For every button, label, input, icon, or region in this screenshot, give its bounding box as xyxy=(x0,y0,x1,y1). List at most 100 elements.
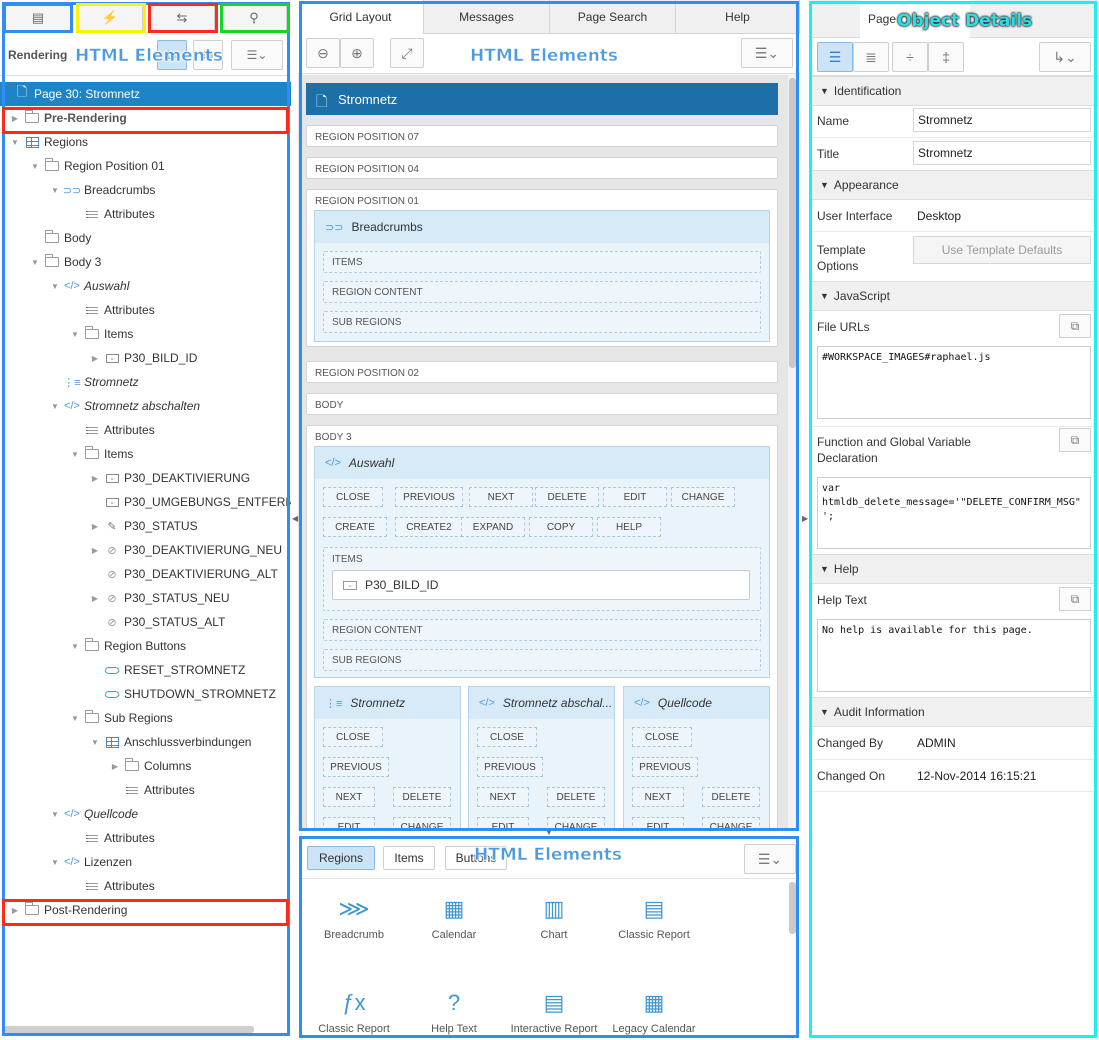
file-urls-expand-button[interactable]: ⧉ xyxy=(1059,314,1091,338)
tab-grid-layout[interactable]: Grid Layout xyxy=(298,0,424,34)
tree-node[interactable]: ⋮≡ Stromnetz xyxy=(0,370,291,394)
region-button-delete[interactable]: DELETE xyxy=(535,487,599,507)
body-position[interactable]: BODY xyxy=(306,393,778,415)
region-button-next[interactable]: NEXT xyxy=(469,487,533,507)
expand-arrow-icon[interactable]: ▶ xyxy=(90,354,100,363)
expand-arrow-icon[interactable]: ▶ xyxy=(90,522,100,531)
region-button-previous[interactable]: PREVIOUS xyxy=(477,757,543,777)
region-button-next[interactable]: NEXT xyxy=(323,787,375,807)
collapse-arrow-icon[interactable]: ▼ xyxy=(70,714,80,723)
breadcrumbs-region[interactable]: ⊃⊃ Breadcrumbs ITEMS REGION CONTENT SUB R… xyxy=(314,210,770,342)
region-button-expand[interactable]: EXPAND xyxy=(461,517,525,537)
tree-node[interactable]: ▼ Items xyxy=(0,322,291,346)
collapse-arrow-icon[interactable]: ▼ xyxy=(30,258,40,267)
region-button-next[interactable]: NEXT xyxy=(632,787,684,807)
tree-node[interactable]: ▼ </> Auswahl xyxy=(0,274,291,298)
collapse-right-icon[interactable]: ▶ xyxy=(802,514,808,523)
region-position-01[interactable]: REGION POSITION 01 ⊃⊃ Breadcrumbs ITEMS R… xyxy=(306,189,778,347)
collapse-all-button[interactable]: ÷ xyxy=(892,42,928,72)
region-button-close[interactable]: CLOSE xyxy=(477,727,537,747)
file-urls-textarea[interactable]: #WORKSPACE_IMAGES#raphael.js xyxy=(817,346,1091,419)
expand-arrow-icon[interactable]: ▶ xyxy=(90,594,100,603)
sub-region-card[interactable]: ⋮≡ Stromnetz CLOSE PREVIOUS NEXT DELETE EDIT CH… xyxy=(314,686,461,830)
tree-node[interactable]: ▶ ✎ P30_STATUS xyxy=(0,514,291,538)
region-button-copy[interactable]: COPY xyxy=(529,517,593,537)
zoom-out-button[interactable]: ⊖ xyxy=(306,38,340,68)
go-to-group-button[interactable]: ↳⌄ xyxy=(1039,42,1091,72)
region-button-edit[interactable]: EDIT xyxy=(323,817,375,830)
section-help[interactable]: ▼ Help xyxy=(810,554,1099,584)
gallery-item[interactable]: ▥ Chart xyxy=(504,894,604,941)
name-field[interactable]: Stromnetz xyxy=(913,108,1091,132)
region-position-07[interactable]: REGION POSITION 07 xyxy=(306,125,778,147)
tree-node[interactable]: ▼ </> Stromnetz abschalten xyxy=(0,394,291,418)
expand-arrow-icon[interactable]: ▶ xyxy=(10,906,20,915)
region-button-edit[interactable]: EDIT xyxy=(477,817,529,830)
region-button-help[interactable]: HELP xyxy=(597,517,661,537)
horizontal-scrollbar[interactable] xyxy=(4,1026,254,1033)
tree-node[interactable]: ▼ Region Position 01 xyxy=(0,154,291,178)
sub-region-card[interactable]: </> Stromnetz abschal... CLOSE PREVIOUS NEXT… xyxy=(468,686,615,830)
gallery-item[interactable]: ▤ Classic Report xyxy=(604,894,704,941)
tree-node[interactable]: ▶ ⌄ P30_DEAKTIVIERUNG xyxy=(0,466,291,490)
collapse-arrow-icon[interactable]: ▼ xyxy=(50,858,60,867)
expand-arrow-icon[interactable]: ▶ xyxy=(10,114,20,123)
tree-node[interactable]: ⊘ P30_DEAKTIVIERUNG_ALT xyxy=(0,562,291,586)
tree-node[interactable]: Attributes xyxy=(0,298,291,322)
collapse-arrow-icon[interactable]: ▼ xyxy=(50,282,60,291)
collapse-arrow-icon[interactable]: ▼ xyxy=(30,162,40,171)
expand-arrow-icon[interactable]: ▶ xyxy=(90,474,100,483)
collapse-arrow-icon[interactable]: ▼ xyxy=(50,810,60,819)
tab-page-search[interactable]: Page Search xyxy=(550,0,676,34)
tree-node[interactable]: Body xyxy=(0,226,291,250)
expand-arrow-icon[interactable]: ▶ xyxy=(90,546,100,555)
tree-node[interactable]: Attributes xyxy=(0,826,291,850)
gallery-item[interactable]: ▤ Interactive Report xyxy=(504,988,604,1035)
collapse-arrow-icon[interactable]: ▼ xyxy=(70,642,80,651)
tree-node[interactable]: RESET_STROMNETZ xyxy=(0,658,291,682)
region-button-create[interactable]: CREATE xyxy=(323,517,387,537)
tree-node[interactable]: ▼ Region Buttons xyxy=(0,634,291,658)
tree-node[interactable]: ▼ </> Quellcode xyxy=(0,802,291,826)
gallery-item[interactable]: ▦ Calendar xyxy=(404,894,504,941)
collapse-arrow-icon[interactable]: ▼ xyxy=(50,186,60,195)
dynamic-actions-button[interactable]: ⚡ xyxy=(77,4,143,32)
shared-components-button[interactable]: ⚲ xyxy=(221,4,287,32)
region-button-change[interactable]: CHANGE xyxy=(702,817,760,830)
tree-node[interactable]: ▼ </> Lizenzen xyxy=(0,850,291,874)
collapse-arrow-icon[interactable]: ▼ xyxy=(10,138,20,147)
tab-items[interactable]: Items xyxy=(383,846,435,870)
item-p30-bild-id[interactable]: ⌄ P30_BILD_ID xyxy=(332,570,750,600)
use-template-defaults-button[interactable]: Use Template Defaults xyxy=(913,236,1091,264)
tree-node[interactable]: SHUTDOWN_STROMNETZ xyxy=(0,682,291,706)
tree-node[interactable]: ▼ ⊃⊃ Breadcrumbs xyxy=(0,178,291,202)
gallery-item[interactable]: ▦ Legacy Calendar xyxy=(604,988,704,1035)
section-identification[interactable]: ▼ Identification xyxy=(810,76,1099,106)
region-button-delete[interactable]: DELETE xyxy=(393,787,451,807)
gallery-item[interactable]: ƒx Classic Report xyxy=(304,988,404,1035)
section-appearance[interactable]: ▼ Appearance xyxy=(810,170,1099,200)
region-button-change[interactable]: CHANGE xyxy=(547,817,605,830)
region-button-edit[interactable]: EDIT xyxy=(632,817,684,830)
region-button-delete[interactable]: DELETE xyxy=(547,787,605,807)
tree-node[interactable]: ▶ ⌄ P30_BILD_ID xyxy=(0,346,291,370)
region-button-edit[interactable]: EDIT xyxy=(603,487,667,507)
tree-node[interactable]: ▶ ⊘ P30_DEAKTIVIERUNG_NEU xyxy=(0,538,291,562)
function-declaration-textarea[interactable]: var htmldb_delete_message='"DELETE_CONFI… xyxy=(817,477,1091,549)
tree-node[interactable]: Attributes xyxy=(0,202,291,226)
region-button-previous[interactable]: PREVIOUS xyxy=(632,757,698,777)
tree-node[interactable]: ▼ Body 3 xyxy=(0,250,291,274)
collapse-arrow-icon[interactable]: ▼ xyxy=(70,330,80,339)
collapse-arrow-icon[interactable]: ▼ xyxy=(90,738,100,747)
section-audit[interactable]: ▼ Audit Information xyxy=(810,697,1099,727)
collapse-left-icon[interactable]: ◀ xyxy=(292,514,298,523)
help-expand-button[interactable]: ⧉ xyxy=(1059,587,1091,611)
body3-position[interactable]: BODY 3 </> Auswahl CLOSE PREVIOUS NEXT DELET… xyxy=(306,425,778,830)
title-field[interactable]: Stromnetz xyxy=(913,141,1091,165)
region-button-close[interactable]: CLOSE xyxy=(323,487,383,507)
gallery-item[interactable]: ⋙ Breadcrumb xyxy=(304,894,404,941)
region-button-change[interactable]: CHANGE xyxy=(671,487,735,507)
region-button-close[interactable]: CLOSE xyxy=(632,727,692,747)
sub-region-card[interactable]: </> Quellcode CLOSE PREVIOUS NEXT DELETE EDIT C… xyxy=(623,686,770,830)
region-button-close[interactable]: CLOSE xyxy=(323,727,383,747)
